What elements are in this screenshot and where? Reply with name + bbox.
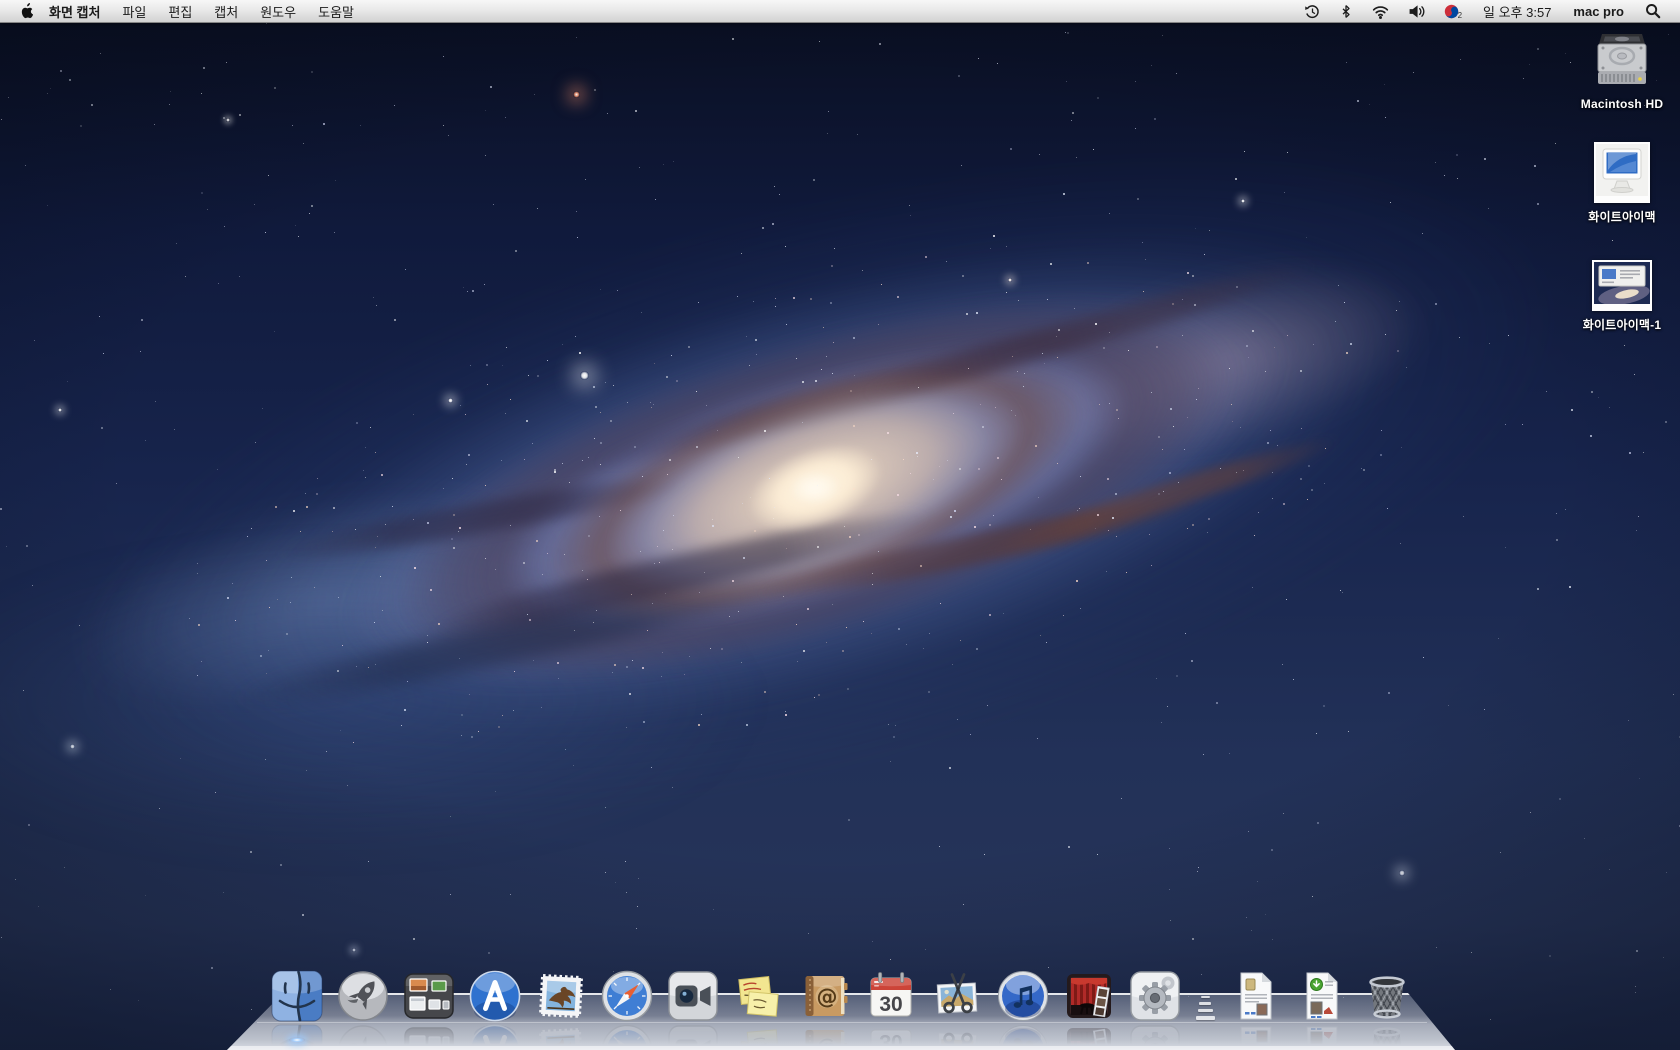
bluetooth-menu[interactable] bbox=[1334, 0, 1358, 22]
address-book-glyph: @ bbox=[817, 985, 838, 1009]
menu-bar: 화면 캡처 파일 편집 캡처 원도우 도움말 bbox=[0, 0, 1680, 23]
dock-item-document-1[interactable] bbox=[1229, 970, 1281, 1022]
menu-capture[interactable]: 캡처 bbox=[203, 0, 249, 22]
vignette bbox=[0, 0, 1680, 1050]
time-machine-icon bbox=[1304, 3, 1321, 20]
document-icon bbox=[1295, 970, 1347, 1022]
spotlight-menu[interactable] bbox=[1640, 0, 1666, 22]
itunes-icon bbox=[997, 970, 1049, 1022]
app-store-icon bbox=[469, 970, 521, 1022]
bluetooth-icon bbox=[1339, 3, 1353, 20]
apple-icon bbox=[18, 3, 33, 20]
menu-user[interactable]: mac pro bbox=[1565, 4, 1632, 19]
menu-window[interactable]: 원도우 bbox=[249, 0, 307, 22]
wifi-icon bbox=[1371, 3, 1390, 20]
desktop-icon-macintosh-hd[interactable]: Macintosh HD bbox=[1560, 28, 1680, 111]
dock-item-address-book[interactable]: @ bbox=[799, 970, 851, 1022]
desktop-wallpaper bbox=[0, 0, 1680, 1050]
dock-item-mission-control[interactable] bbox=[403, 970, 455, 1022]
address-book-icon: @ bbox=[799, 970, 851, 1022]
safari-icon bbox=[601, 970, 653, 1022]
time-machine-menu[interactable] bbox=[1299, 0, 1326, 22]
ical-day: 30 bbox=[879, 993, 902, 1016]
finder-running-indicator bbox=[289, 1037, 305, 1043]
trash-icon bbox=[1361, 970, 1413, 1022]
desktop-icon-label: 화이트아이맥-1 bbox=[1583, 316, 1662, 333]
dock-item-grab[interactable] bbox=[931, 970, 983, 1022]
dock-item-facetime[interactable] bbox=[667, 970, 719, 1022]
hard-drive-icon bbox=[1592, 28, 1652, 92]
menu-help[interactable]: 도움말 bbox=[307, 0, 365, 22]
search-icon bbox=[1645, 3, 1661, 19]
dock-item-mail[interactable] bbox=[535, 970, 587, 1022]
image-file-icon bbox=[1594, 142, 1650, 203]
dock-item-safari[interactable] bbox=[601, 970, 653, 1022]
mail-icon bbox=[535, 970, 587, 1022]
desktop-icon-label: 화이트아이맥 bbox=[1588, 208, 1655, 225]
finder-icon bbox=[271, 970, 323, 1022]
dock-item-system-preferences[interactable] bbox=[1129, 970, 1181, 1022]
desktop-icon-label: Macintosh HD bbox=[1581, 97, 1663, 111]
menu-app-name[interactable]: 화면 캡처 bbox=[38, 0, 111, 22]
apple-menu[interactable] bbox=[12, 0, 38, 22]
dock-item-app-store[interactable] bbox=[469, 970, 521, 1022]
dock-item-launchpad[interactable] bbox=[337, 970, 389, 1022]
dock-item-document-2[interactable] bbox=[1295, 970, 1347, 1022]
volume-menu[interactable] bbox=[1403, 0, 1430, 22]
grab-icon bbox=[931, 970, 983, 1022]
ical-icon: 30 bbox=[865, 970, 917, 1022]
mission-control-icon bbox=[403, 970, 455, 1022]
menu-file[interactable]: 파일 bbox=[111, 0, 157, 22]
dock-item-stickies[interactable] bbox=[733, 970, 785, 1022]
dock-separator bbox=[1195, 976, 1215, 1022]
dock-item-photo-booth[interactable] bbox=[1063, 970, 1115, 1022]
stickies-icon bbox=[733, 970, 785, 1022]
volume-icon bbox=[1408, 3, 1425, 20]
dock-item-ical[interactable]: 30 bbox=[865, 970, 917, 1022]
document-icon bbox=[1229, 970, 1281, 1022]
wifi-menu[interactable] bbox=[1366, 0, 1395, 22]
desktop-icon-white-imac[interactable]: 화이트아이맥 bbox=[1560, 142, 1680, 225]
dock-item-trash[interactable] bbox=[1361, 970, 1413, 1022]
launchpad-icon bbox=[337, 970, 389, 1022]
dock: @ 30 bbox=[0, 940, 1680, 1050]
desktop-icon-white-imac-1[interactable]: 화이트아이맥-1 bbox=[1560, 260, 1680, 333]
facetime-icon bbox=[667, 970, 719, 1022]
menu-clock[interactable]: 일 오후 3:57 bbox=[1477, 2, 1557, 21]
input-source-menu[interactable]: 2 bbox=[1438, 0, 1469, 22]
dock-item-finder[interactable] bbox=[271, 970, 323, 1022]
screenshot-file-icon bbox=[1592, 260, 1652, 311]
dock-item-itunes[interactable] bbox=[997, 970, 1049, 1022]
photo-booth-icon bbox=[1063, 970, 1115, 1022]
menu-edit[interactable]: 편집 bbox=[157, 0, 203, 22]
system-preferences-icon bbox=[1129, 970, 1181, 1022]
input-source-badge: 2 bbox=[1458, 11, 1462, 20]
